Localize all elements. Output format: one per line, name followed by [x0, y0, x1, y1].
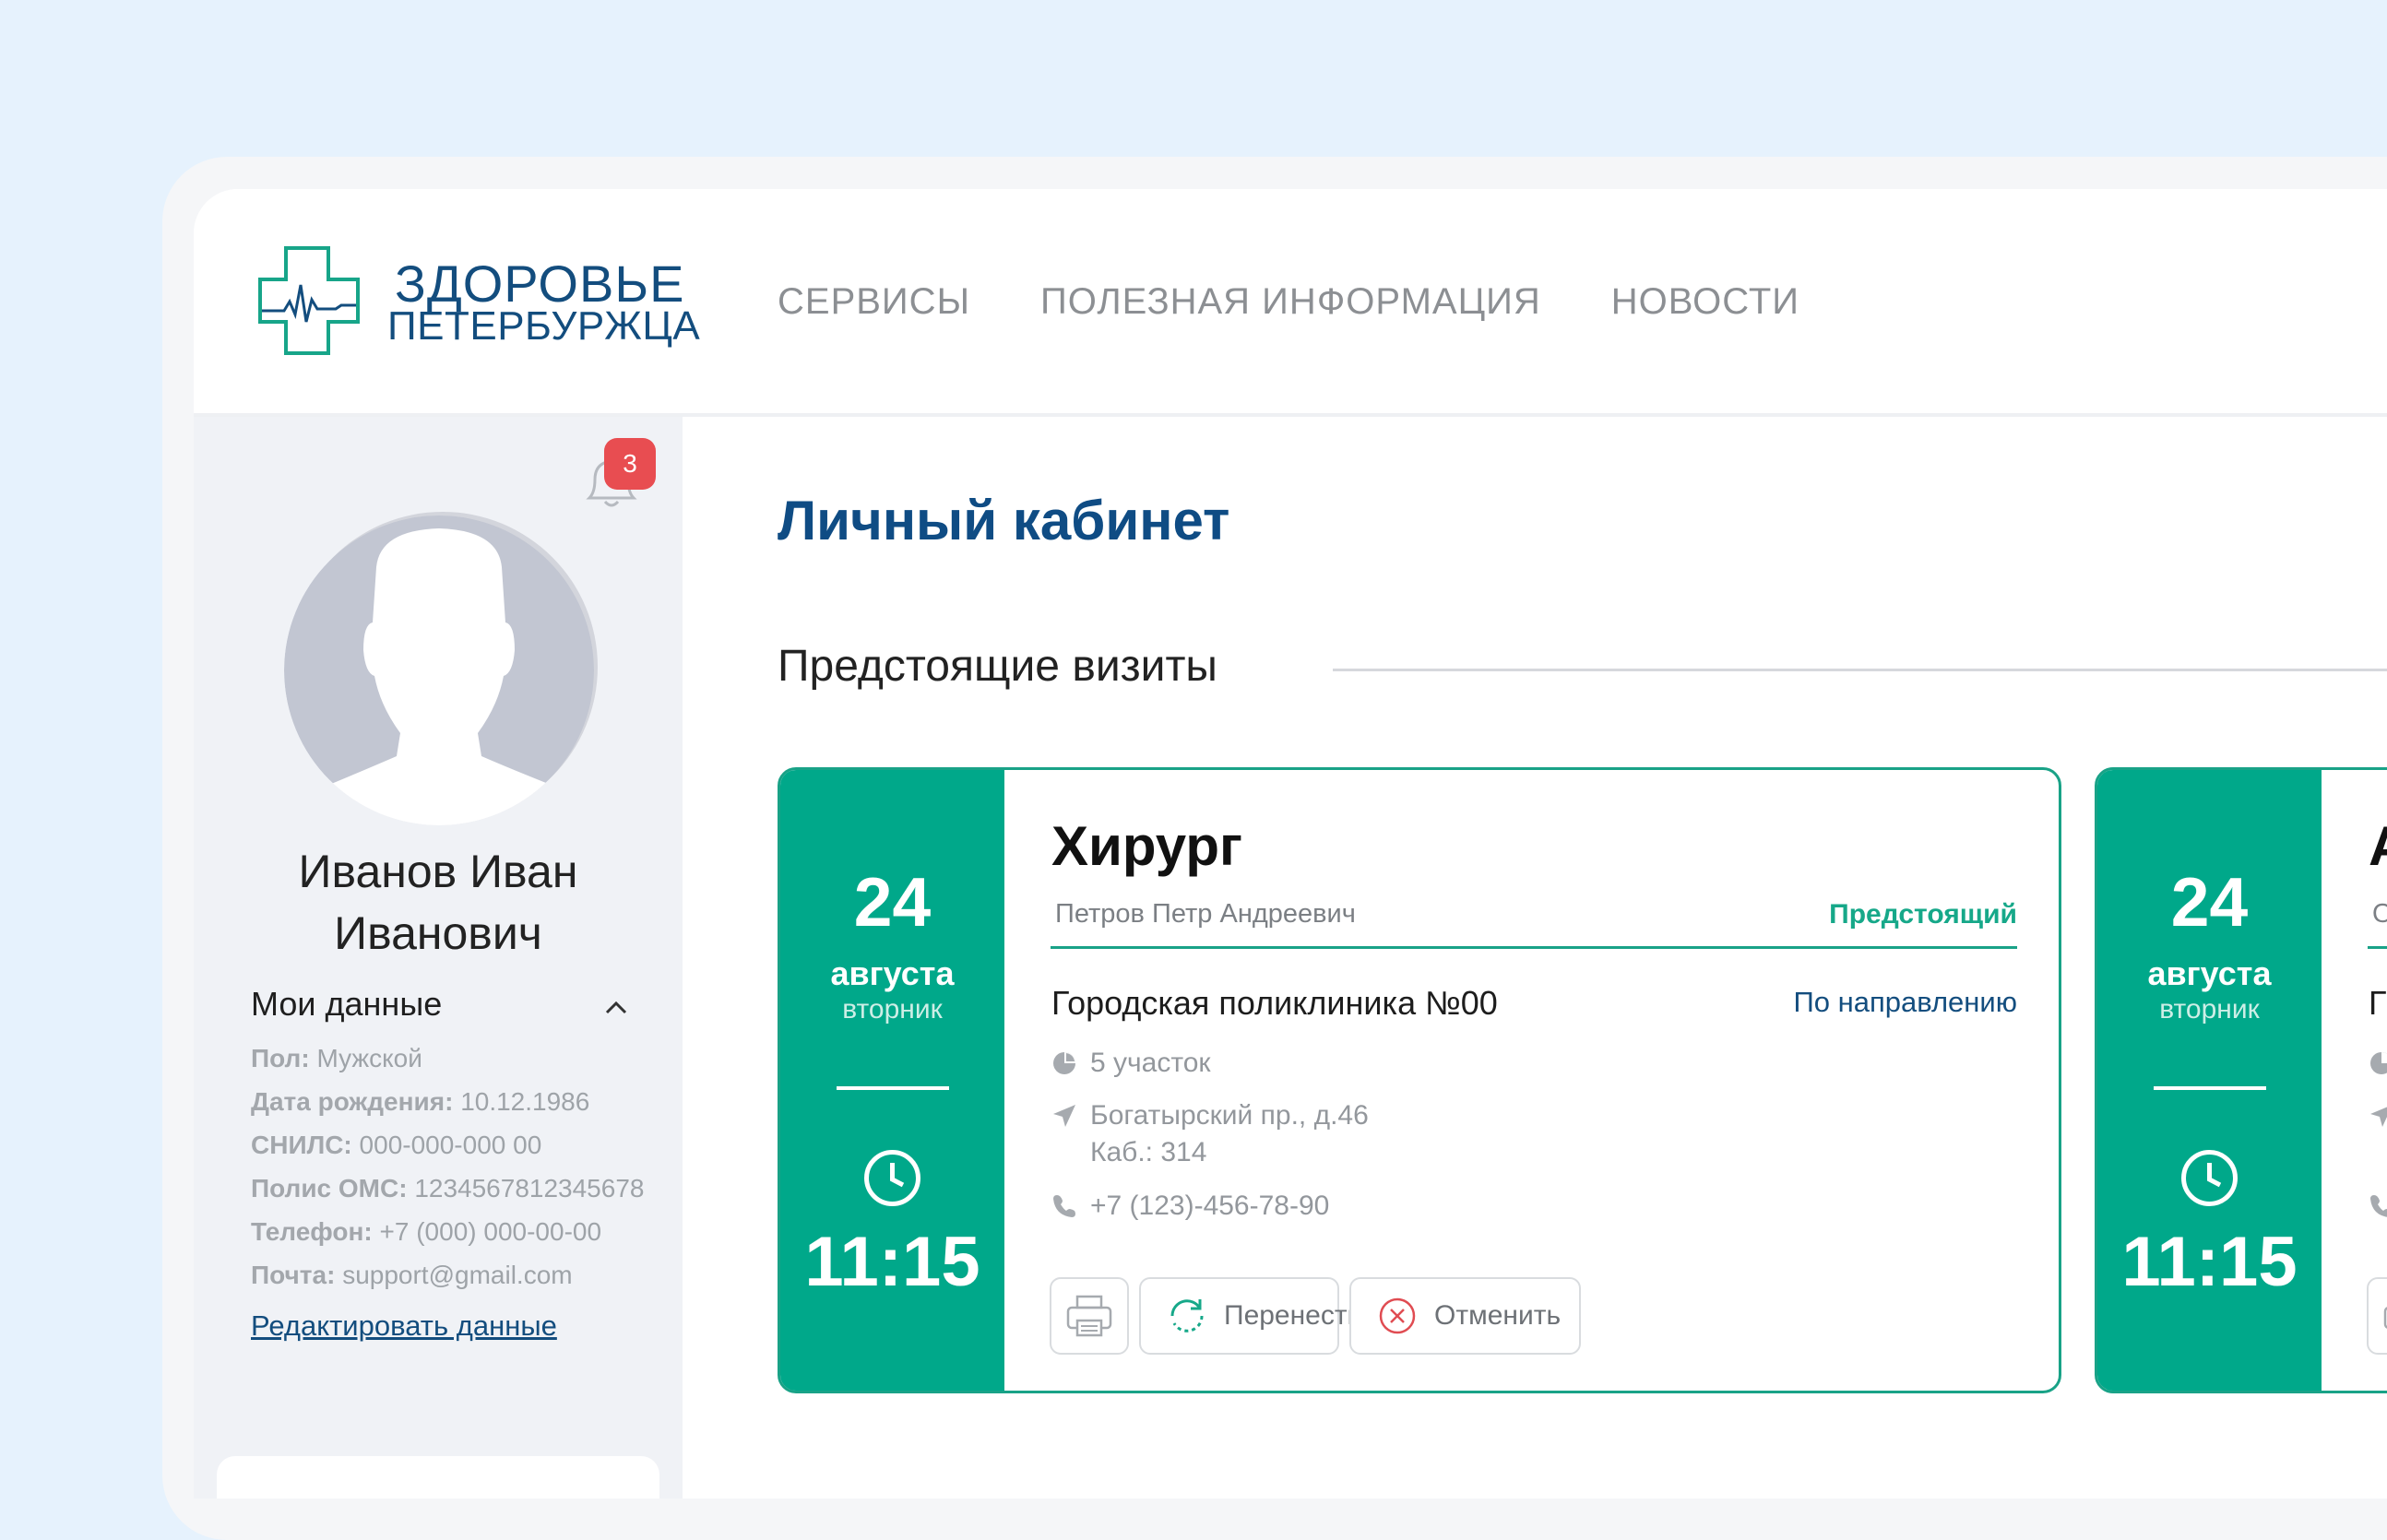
date-divider [2154, 1086, 2266, 1090]
navigation-arrow-icon [1053, 1105, 1075, 1127]
cancel-button[interactable]: Отменить [1349, 1277, 1581, 1355]
cancel-label: Отменить [1434, 1300, 1562, 1331]
header: ЗДОРОВЬЕ ПЕТЕРБУРЖЦА СЕРВИСЫ ПОЛЕЗНАЯ ИН… [194, 189, 2387, 417]
visit-weekday: вторник [842, 994, 943, 1025]
pie-chart-icon [1053, 1052, 1075, 1074]
main-nav: СЕРВИСЫ ПОЛЕЗНАЯ ИНФОРМАЦИЯ НОВОСТИ [778, 281, 1799, 323]
visit-month: августа [830, 954, 955, 992]
phone-icon [1053, 1195, 1075, 1217]
phone-icon [2370, 1195, 2387, 1217]
reschedule-label: Перенести [1224, 1300, 1363, 1331]
visit-details: А О Г [2322, 770, 2387, 1391]
field-oms-policy: Полис ОМС: 1234567812345678 [251, 1174, 645, 1202]
visit-details: Хирург Петров Петр Андреевич Предстоящий… [1004, 770, 2059, 1391]
nav-item-services[interactable]: СЕРВИСЫ [778, 281, 970, 323]
visit-time: 11:15 [2121, 1223, 2298, 1301]
user-name: Иванов Иван Иванович [298, 846, 578, 959]
medical-cross-logo-icon [258, 246, 360, 355]
visit-clinic: Г [2369, 984, 2387, 1022]
visit-divider [2368, 946, 2387, 949]
visit-day: 24 [853, 863, 932, 941]
visit-district: 5 участок [1090, 1048, 1211, 1078]
clock-icon [864, 1150, 920, 1206]
print-button[interactable] [1050, 1277, 1129, 1355]
navigation-arrow-icon [2370, 1107, 2387, 1127]
visit-weekday: вторник [2159, 994, 2260, 1025]
visit-divider [1051, 946, 2017, 949]
logo-subtitle: ПЕТЕРБУРЖЦА [387, 303, 701, 349]
visit-referral: По направлению [1793, 986, 2017, 1018]
visit-doctor: О [2372, 899, 2387, 930]
field-snils: СНИЛС: 000-000-000 00 [251, 1131, 542, 1159]
visit-specialty: Хирург [1051, 815, 1242, 877]
notification-badge: 3 [604, 438, 656, 490]
chevron-up-icon[interactable] [603, 996, 629, 1018]
avatar[interactable] [284, 512, 598, 830]
pie-chart-icon [2370, 1052, 2387, 1074]
visit-month: августа [2147, 954, 2272, 992]
app-window: ЗДОРОВЬЕ ПЕТЕРБУРЖЦА СЕРВИСЫ ПОЛЕЗНАЯ ИН… [194, 189, 2387, 1499]
visit-phone: +7 (123)-456-78-90 [1090, 1191, 1330, 1221]
section-divider [1333, 669, 2387, 671]
print-button[interactable] [2367, 1277, 2387, 1355]
nav-item-useful-info[interactable]: ПОЛЕЗНАЯ ИНФОРМАЦИЯ [1040, 281, 1541, 323]
refresh-icon [1170, 1299, 1204, 1333]
cancel-x-icon [1379, 1297, 1416, 1334]
field-gender: Пол: Мужской [251, 1044, 422, 1072]
visit-doctor: Петров Петр Андреевич [1055, 899, 1356, 929]
visit-specialty: А [2369, 814, 2387, 878]
sidebar-card [217, 1456, 659, 1499]
visit-status: Предстоящий [1829, 899, 2017, 930]
field-birthdate: Дата рождения: 10.12.1986 [251, 1087, 590, 1116]
section-title: Предстоящие визиты [778, 642, 1217, 691]
visit-card[interactable]: 24 августа вторник 11:15 А О Г [2095, 767, 2387, 1393]
visit-date-panel: 24 августа вторник 11:15 [2097, 770, 2322, 1391]
visit-day: 24 [2170, 863, 2249, 941]
reschedule-button[interactable]: Перенести [1139, 1277, 1362, 1355]
logo[interactable]: ЗДОРОВЬЕ ПЕТЕРБУРЖЦА [258, 244, 700, 360]
nav-item-news[interactable]: НОВОСТИ [1611, 281, 1799, 323]
visit-address: Богатырский пр., д.46 Каб.: 314 [1090, 1100, 1369, 1167]
page-title: Личный кабинет [778, 490, 1230, 551]
date-divider [837, 1086, 949, 1090]
my-data-list: Пол: Мужской Дата рождения: 10.12.1986 С… [251, 1037, 644, 1297]
visit-date-panel: 24 августа вторник 11:15 [780, 770, 1004, 1391]
my-data-toggle[interactable]: Мои данные [251, 985, 442, 1024]
visit-clinic: Городская поликлиника №00 [1051, 984, 1498, 1022]
visit-time: 11:15 [804, 1223, 980, 1301]
clock-icon [2181, 1150, 2238, 1206]
visit-card[interactable]: 24 августа вторник 11:15 Хирург Петров П… [778, 767, 2061, 1393]
edit-data-link[interactable]: Редактировать данные [251, 1309, 557, 1343]
profile-sidebar: 3 Иванов Иван Иванович Мои данные Пол: М… [194, 417, 683, 1499]
printer-icon [2383, 1307, 2387, 1329]
field-phone: Телефон: +7 (000) 000-00-00 [251, 1217, 602, 1246]
printer-icon [1066, 1295, 1112, 1337]
field-email: Почта: support@gmail.com [251, 1261, 573, 1289]
